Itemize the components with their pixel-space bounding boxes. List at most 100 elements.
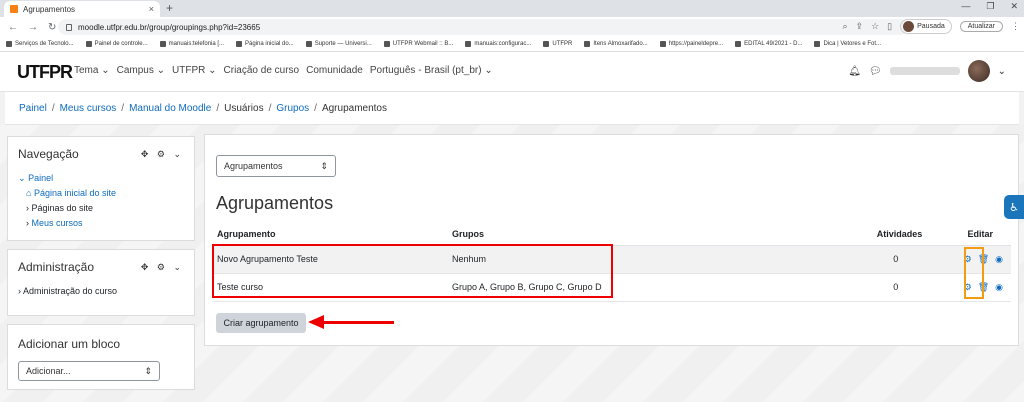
bookmark-item[interactable]: UTFPR — [543, 41, 572, 47]
col-header-grupos: Grupos — [448, 223, 838, 246]
bookmark-item[interactable]: UTFPR Webmail :: B... — [383, 41, 453, 47]
create-grouping-button[interactable]: Criar agrupamento — [216, 313, 306, 333]
bookmark-favicon-icon — [735, 41, 742, 47]
notifications-bell-icon[interactable]: 🔔︎ — [848, 66, 861, 77]
address-bar-actions: ⌕ ⇪ ☆ ▯ Pausada Atualizar ⋮ — [843, 19, 1020, 34]
bookmark-item[interactable]: EDITAL 49/2021 - D... — [735, 41, 802, 47]
breadcrumb-separator: / — [314, 102, 317, 114]
bookmark-item[interactable]: Painel de controle... — [85, 41, 148, 47]
page-title: Agrupamentos — [216, 193, 334, 213]
breadcrumb-agrupamentos: Agrupamentos — [321, 102, 387, 114]
url-input[interactable]: moodle.utfpr.edu.br/group/groupings.php?… — [58, 19, 908, 35]
primary-menu: Tema ⌄ Campus ⌄ UTFPR ⌄ Criação de curso… — [74, 65, 493, 76]
bookmark-item[interactable]: https://paineldepre... — [659, 41, 723, 47]
nav-item-pagina-inicial[interactable]: ⌂ Página inicial do site — [18, 186, 116, 201]
bookmark-favicon-icon — [465, 41, 472, 47]
lock-icon — [66, 23, 72, 31]
breadcrumb-painel[interactable]: Painel — [19, 103, 47, 114]
nav-item-paginas-site[interactable]: › Páginas do site — [18, 201, 116, 216]
bookmark-item[interactable]: Itens Almoxarifado... — [584, 41, 648, 47]
bookmark-favicon-icon — [659, 41, 666, 47]
col-header-agrupamento: Agrupamento — [213, 223, 448, 246]
bookmark-favicon-icon — [236, 41, 243, 47]
show-groups-user-icon[interactable]: ◉ — [995, 282, 1003, 293]
bookmark-favicon-icon — [6, 41, 12, 47]
administration-block: Administração ✥ ⚙ ⌄ › Administração do c… — [7, 249, 195, 316]
forward-icon[interactable]: → — [28, 22, 38, 33]
share-icon[interactable]: ⇪ — [856, 21, 864, 32]
zoom-icon[interactable]: ⌕ — [843, 21, 848, 32]
col-header-editar: Editar — [926, 223, 1011, 246]
bookmark-item[interactable]: Serviços de Tecnolo... — [6, 41, 74, 47]
bookmark-item[interactable]: Dica | Vetores e Fot... — [814, 41, 881, 47]
administration-block-title: Administração — [18, 260, 95, 274]
breadcrumb-separator: / — [268, 102, 272, 114]
bookmark-star-icon[interactable]: ☆ — [871, 21, 879, 32]
window-close-icon[interactable]: ✕ — [1010, 1, 1018, 12]
moodle-navbar: UTFPR Tema ⌄ Campus ⌄ UTFPR ⌄ Criação de… — [0, 52, 1024, 92]
bookmark-favicon-icon — [543, 41, 550, 47]
add-block-select[interactable]: Adicionar... ⇕ — [18, 361, 160, 381]
user-menu-chevron-icon[interactable]: ⌄ — [998, 66, 1006, 77]
breadcrumb-manual-moodle[interactable]: Manual do Moodle — [129, 103, 211, 114]
breadcrumb-separator: / — [121, 102, 125, 114]
block-controls[interactable]: ✥ ⚙ ⌄ — [141, 262, 184, 273]
bookmark-item[interactable]: manuais:configurac... — [465, 41, 531, 47]
sidebar-icon[interactable]: ▯ — [887, 21, 892, 32]
menu-item-criacao-curso[interactable]: Criação de curso — [224, 65, 300, 76]
admin-item-curso[interactable]: › Administração do curso — [18, 284, 117, 299]
window-controls: — ❐ ✕ — [961, 1, 1018, 12]
menu-item-campus[interactable]: Campus ⌄ — [117, 65, 165, 76]
navigation-block-title: Navegação — [18, 147, 79, 161]
menu-item-tema[interactable]: Tema ⌄ — [74, 65, 110, 76]
bookmark-favicon-icon — [584, 41, 591, 47]
main-content: Agrupamentos ⇕ Agrupamentos Agrupamento … — [204, 134, 1019, 346]
show-groups-user-icon[interactable]: ◉ — [995, 254, 1003, 265]
breadcrumb-grupos[interactable]: Grupos — [276, 103, 309, 114]
messages-icon[interactable]: 💬︎ — [869, 66, 882, 77]
bookmark-favicon-icon — [305, 41, 312, 47]
accessibility-widget-icon[interactable]: ♿︎ — [1004, 195, 1024, 219]
back-icon[interactable]: ← — [8, 22, 18, 33]
update-button[interactable]: Atualizar — [959, 21, 1003, 32]
group-view-select-value: Agrupamentos — [224, 161, 283, 171]
profile-label: Pausada — [917, 23, 945, 30]
browser-tab[interactable]: Agrupamentos × — [4, 1, 160, 17]
highlight-user-icons-orange-box — [964, 247, 984, 299]
breadcrumb-meus-cursos[interactable]: Meus cursos — [60, 103, 117, 114]
tab-close-icon[interactable]: × — [149, 4, 154, 14]
breadcrumb-usuarios: Usuários — [224, 102, 264, 114]
group-view-select[interactable]: Agrupamentos ⇕ — [216, 155, 336, 177]
red-arrow-shaft — [322, 321, 394, 324]
bookmark-favicon-icon — [159, 41, 166, 47]
select-arrows-icon: ⇕ — [320, 160, 328, 171]
menu-item-utfpr[interactable]: UTFPR ⌄ — [172, 65, 217, 76]
bookmark-favicon-icon — [814, 41, 821, 47]
admin-tree: › Administração do curso — [18, 284, 117, 299]
language-menu[interactable]: Português - Brasil (pt_br) ⌄ — [370, 65, 493, 76]
navigation-tree: ⌄ Painel ⌂ Página inicial do site › Pági… — [18, 171, 116, 231]
new-tab-button[interactable]: + — [166, 1, 173, 15]
grouping-activities: 0 — [838, 245, 927, 274]
profile-button[interactable]: Pausada — [900, 19, 952, 34]
user-name-blurred[interactable] — [889, 67, 960, 75]
add-block-block: Adicionar um bloco Adicionar... ⇕ — [7, 324, 195, 390]
bookmark-item[interactable]: Página inicial do... — [236, 41, 294, 47]
reload-icon[interactable]: ↻ — [48, 22, 56, 33]
restore-icon[interactable]: ❐ — [986, 1, 994, 12]
chevron-right-icon: › — [26, 218, 29, 228]
add-block-title: Adicionar um bloco — [18, 337, 121, 351]
minimize-icon[interactable]: — — [961, 1, 970, 12]
user-avatar[interactable] — [967, 60, 990, 82]
bookmark-item[interactable]: manuais:telefonia [... — [159, 41, 224, 47]
bookmark-item[interactable]: Suporte — Universi... — [305, 41, 372, 47]
nav-item-meus-cursos[interactable]: › Meus cursos — [18, 216, 116, 231]
tab-title: Agrupamentos — [23, 4, 76, 14]
navigation-block: Navegação ✥ ⚙ ⌄ ⌄ Painel ⌂ Página inicia… — [7, 136, 195, 241]
nav-item-painel[interactable]: ⌄ Painel — [18, 171, 116, 186]
block-controls[interactable]: ✥ ⚙ ⌄ — [141, 149, 184, 160]
url-text: moodle.utfpr.edu.br/group/groupings.php?… — [78, 22, 261, 32]
site-logo[interactable]: UTFPR — [17, 62, 73, 83]
menu-item-comunidade[interactable]: Comunidade — [306, 65, 363, 76]
menu-kebab-icon[interactable]: ⋮ — [1011, 21, 1020, 32]
